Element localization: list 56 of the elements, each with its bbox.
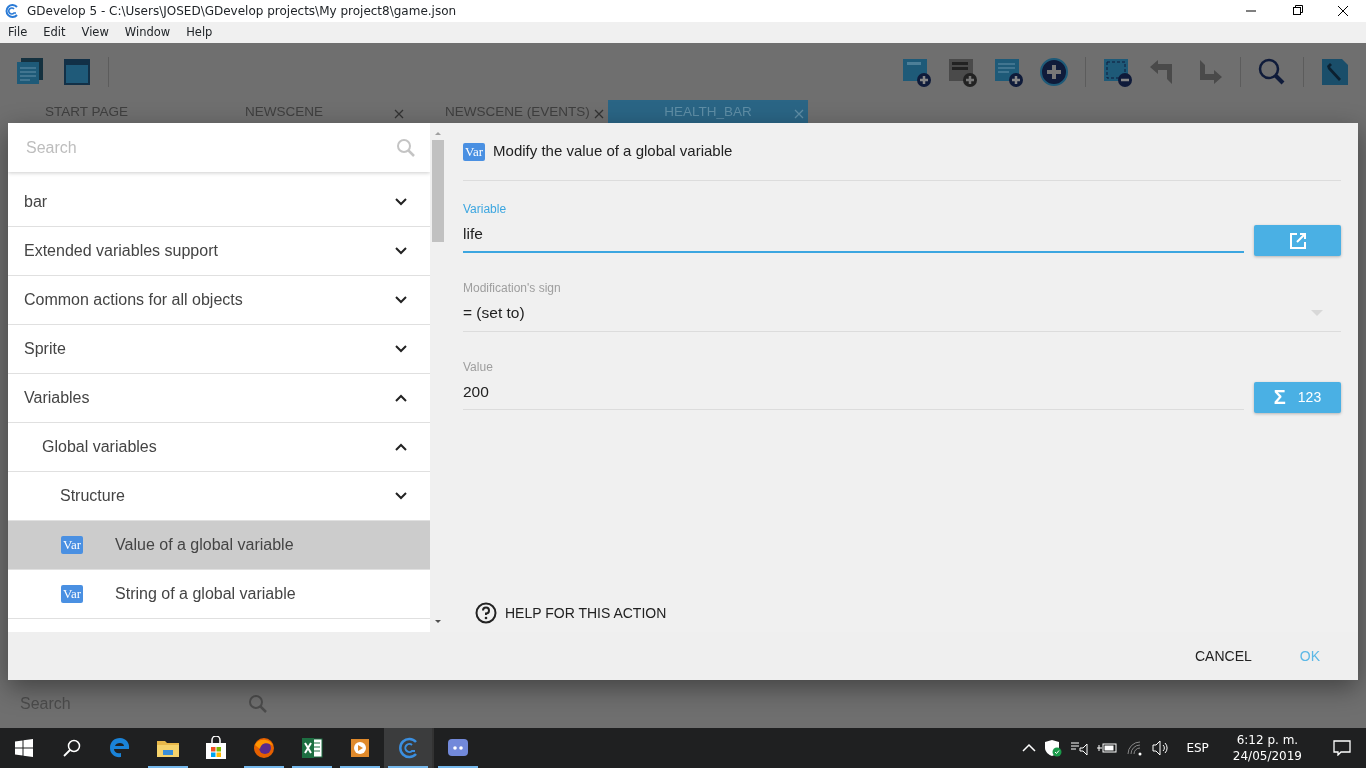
window-icon[interactable] bbox=[62, 56, 92, 87]
cancel-button[interactable]: CANCEL bbox=[1194, 645, 1252, 667]
notification-icon[interactable] bbox=[1333, 740, 1351, 756]
menu-item[interactable]: Edit bbox=[43, 23, 66, 42]
tree-item[interactable]: Var Value of a global variable bbox=[8, 521, 430, 570]
app-logo-icon[interactable] bbox=[384, 728, 432, 768]
language-indicator[interactable]: ESP bbox=[1178, 739, 1217, 757]
chevron-down-icon[interactable] bbox=[394, 197, 408, 207]
menu-item[interactable]: Window bbox=[124, 23, 171, 42]
chevron-down-icon[interactable] bbox=[394, 491, 408, 501]
add-list-icon[interactable] bbox=[993, 56, 1023, 87]
tree-item[interactable]: Common actions for all objects bbox=[8, 276, 430, 325]
dropdown[interactable]: = (set to) bbox=[463, 297, 1341, 332]
menu-item[interactable]: Help bbox=[186, 23, 213, 42]
input-field[interactable]: life bbox=[463, 218, 1244, 254]
var-icon: Var bbox=[463, 142, 486, 161]
remove-window-icon[interactable] bbox=[1102, 56, 1132, 87]
wrench-icon[interactable] bbox=[1320, 56, 1350, 87]
dialog-title: Modify the value of a global variable bbox=[493, 141, 733, 162]
volume-icon[interactable] bbox=[1152, 740, 1171, 756]
help-icon bbox=[475, 602, 497, 624]
list-icon[interactable] bbox=[16, 56, 46, 87]
chevron-up-icon[interactable] bbox=[394, 393, 408, 403]
speaker-icon[interactable] bbox=[1070, 740, 1089, 756]
field-label: Modification's sign bbox=[463, 280, 562, 298]
var-icon: Var bbox=[61, 585, 84, 603]
field-label: Value bbox=[463, 358, 494, 376]
tree-item[interactable]: Extended variables support bbox=[8, 227, 430, 276]
clock[interactable]: 6:12 p. m. 24/05/2019 bbox=[1224, 732, 1310, 764]
tree-item[interactable]: Var String of a global variable bbox=[8, 570, 430, 619]
tree-item[interactable]: Variables bbox=[8, 374, 430, 423]
plus-circle-icon[interactable] bbox=[1039, 56, 1069, 87]
tree-item[interactable]: Global variables bbox=[8, 423, 430, 472]
app-logo-icon bbox=[5, 4, 19, 18]
battery-icon[interactable] bbox=[1096, 741, 1119, 755]
input-field[interactable]: 200 bbox=[463, 375, 1244, 410]
field-label: Variable bbox=[463, 201, 508, 218]
tree-item[interactable]: Sprite bbox=[8, 325, 430, 374]
shield-icon[interactable] bbox=[1044, 739, 1063, 757]
search-icon[interactable] bbox=[63, 739, 81, 757]
open-external-icon bbox=[1288, 231, 1307, 250]
add-window-icon[interactable] bbox=[901, 56, 931, 87]
menu-item[interactable]: View bbox=[81, 23, 109, 42]
menu-item[interactable]: File bbox=[8, 23, 28, 42]
window-title: GDevelop 5 - C:\Users\JOSED\GDevelop projects\My project8\game.json bbox=[27, 3, 457, 20]
start-icon[interactable] bbox=[15, 739, 33, 757]
search-field[interactable]: Search bbox=[24, 134, 396, 161]
chevron-down-icon[interactable] bbox=[394, 344, 408, 354]
help-link[interactable]: HELP FOR THIS ACTION bbox=[475, 602, 1341, 624]
chevron-down-icon[interactable] bbox=[394, 295, 408, 305]
chevron-down-icon[interactable] bbox=[394, 246, 408, 256]
chevron-up-icon[interactable] bbox=[394, 442, 408, 452]
caret-icon bbox=[1311, 309, 1323, 316]
tree-item[interactable]: bar bbox=[8, 178, 430, 227]
add-object-icon[interactable] bbox=[947, 56, 977, 87]
var-icon: Var bbox=[61, 536, 84, 554]
